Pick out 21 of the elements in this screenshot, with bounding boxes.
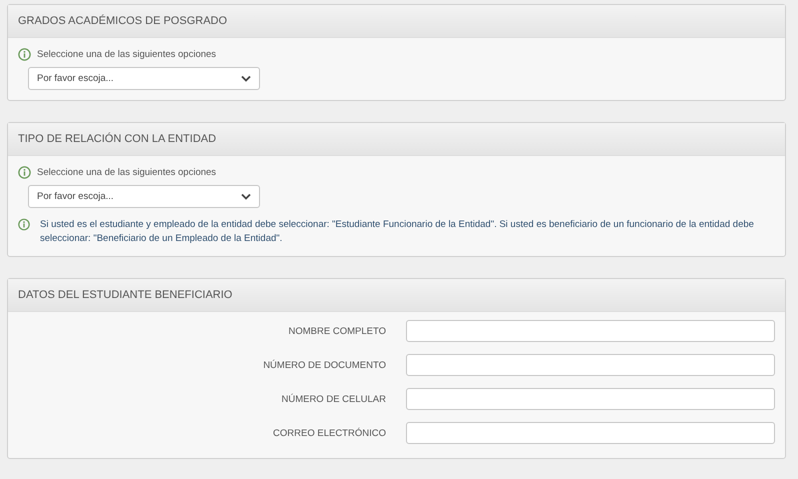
info-icon <box>18 166 31 179</box>
panel-title: TIPO DE RELACIÓN CON LA ENTIDAD <box>18 133 216 145</box>
field-label: NÚMERO DE CELULAR <box>280 394 386 404</box>
panel-title: GRADOS ACADÉMICOS DE POSGRADO <box>18 15 228 27</box>
panel-title: DATOS DEL ESTUDIANTE BENEFICIARIO <box>18 289 232 301</box>
dropdown[interactable]: Por favor escoja... <box>28 185 260 208</box>
info-icon <box>18 218 30 231</box>
input-field[interactable] <box>406 354 775 376</box>
input-field[interactable] <box>406 320 775 342</box>
chevron-down-icon <box>241 193 251 200</box>
chevron-down-icon <box>241 75 251 82</box>
field-label: NÚMERO DE DOCUMENTO <box>262 360 386 370</box>
field-label: CORREO ELECTRÓNICO <box>272 428 386 438</box>
field-label: NOMBRE COMPLETO <box>288 326 386 336</box>
info-icon <box>18 48 31 61</box>
input-field[interactable] <box>406 422 775 444</box>
hint-text: Seleccione una de las siguientes opciones <box>37 167 216 178</box>
input-field[interactable] <box>406 388 775 410</box>
dropdown[interactable]: Por favor escoja... <box>28 67 260 90</box>
note-text: Si usted es el estudiante y empleado de la entidad debe seleccionar: "Estudiante Funcionario de la Entidad". Si usted es beneficiario de un funcionario de la entidad debe seleccionar: "Beneficiario de un Empleado de la Entidad". <box>40 218 755 246</box>
hint-text: Seleccione una de las siguientes opciones <box>37 49 216 60</box>
